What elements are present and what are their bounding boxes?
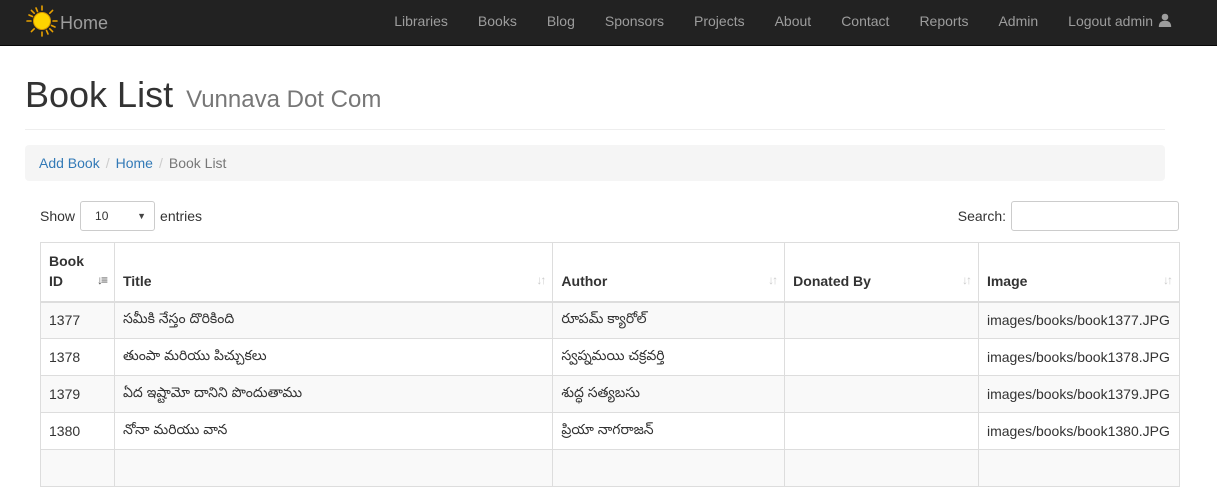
logout-label: Logout admin: [1068, 13, 1153, 29]
cell-donated-by: [784, 375, 979, 413]
chevron-down-icon: ▼: [137, 211, 147, 221]
show-label: Show: [40, 208, 76, 224]
cell-image: images/books/book1379.JPG: [977, 375, 1181, 413]
cell-book-id: 1378: [40, 338, 115, 376]
cell-title: [113, 449, 554, 487]
cell-image: images/books/book1377.JPG: [977, 301, 1181, 339]
table-row[interactable]: [40, 449, 1181, 487]
page-header: Book List Vunnava Dot Com: [25, 74, 1165, 130]
search-label: Search:: [957, 208, 1006, 224]
page-subtitle: Vunnava Dot Com: [186, 86, 382, 113]
cell-donated-by: [784, 301, 979, 339]
column-header-donated-by[interactable]: Donated By ↓↑: [784, 242, 979, 303]
breadcrumb-add-book[interactable]: Add Book: [39, 155, 100, 171]
cell-book-id: [40, 449, 115, 487]
sun-logo-icon: [26, 4, 60, 42]
table-row[interactable]: 1377 సమీకి నేస్తం దొరికింది రూపమ్ క్యారో…: [40, 301, 1181, 339]
sort-icon: ↓↑: [961, 272, 972, 287]
top-navbar: Home Libraries Books Blog Sponsors Proje…: [0, 0, 1217, 46]
nav-about[interactable]: About: [775, 13, 812, 29]
cell-author: రూపమ్ క్యారోల్: [552, 301, 786, 339]
nav-blog[interactable]: Blog: [547, 13, 575, 29]
cell-donated-by: [784, 338, 979, 376]
table-header-row: Book ID ↓≡ Title ↓↑ Author ↓↑ Donated By…: [40, 242, 1181, 303]
main-nav: Libraries Books Blog Sponsors Projects A…: [364, 0, 1172, 42]
breadcrumb-home[interactable]: Home: [116, 155, 153, 171]
entries-label: entries: [160, 208, 203, 224]
breadcrumb-separator: /: [105, 155, 110, 171]
sort-ascending-icon: ↓≡: [96, 272, 108, 287]
page-title-text: Book List: [25, 74, 174, 115]
brand-label: Home: [60, 12, 109, 33]
page-title: Book List Vunnava Dot Com: [25, 74, 1165, 121]
cell-author: స్వప్నమయి చక్రవర్తి: [552, 338, 786, 376]
entries-select-value: 10: [95, 209, 109, 223]
nav-admin[interactable]: Admin: [998, 13, 1038, 29]
nav-libraries[interactable]: Libraries: [394, 13, 448, 29]
nav-contact[interactable]: Contact: [841, 13, 889, 29]
breadcrumb-separator: /: [158, 155, 163, 171]
table-row[interactable]: 1380 నోనా మరియు వాన ప్రియా నాగరాజన్ imag…: [40, 412, 1181, 450]
column-header-label: Book ID: [49, 252, 84, 289]
entries-select[interactable]: 10 ▼: [80, 201, 156, 231]
logout-link[interactable]: Logout admin: [1068, 13, 1172, 30]
cell-donated-by: [784, 412, 979, 450]
column-header-label: Author: [561, 272, 608, 289]
user-icon: [1158, 13, 1172, 30]
column-header-book-id[interactable]: Book ID ↓≡: [40, 242, 115, 303]
column-header-label: Donated By: [793, 272, 871, 289]
nav-books[interactable]: Books: [478, 13, 517, 29]
cell-author: [552, 449, 786, 487]
table-row[interactable]: 1379 ఏద ఇష్టామో దానిని పొందుతాము శుద్ధ స…: [40, 375, 1181, 413]
cell-donated-by: [784, 449, 979, 487]
cell-title: ఏద ఇష్టామో దానిని పొందుతాము: [113, 375, 554, 413]
cell-image: images/books/book1380.JPG: [977, 412, 1181, 450]
entries-length-control: Show 10 ▼ entries: [40, 201, 202, 231]
table-row[interactable]: 1378 తుంపా మరియు పిచ్చుకలు స్వప్నమయి చక్…: [40, 338, 1181, 376]
breadcrumb: Add Book / Home / Book List: [25, 145, 1165, 181]
column-header-label: Image: [986, 272, 1028, 289]
sort-icon: ↓↑: [536, 272, 546, 287]
column-header-title[interactable]: Title ↓↑: [113, 242, 554, 303]
cell-image: images/books/book1378.JPG: [977, 338, 1181, 376]
cell-book-id: 1379: [40, 375, 115, 413]
cell-book-id: 1377: [40, 301, 115, 339]
home-brand-link[interactable]: Home: [26, 0, 108, 46]
cell-author: ప్రియా నాగరాజన్: [552, 412, 786, 450]
cell-title: నోనా మరియు వాన: [113, 412, 554, 450]
sort-icon: ↓↑: [1163, 272, 1173, 287]
cell-title: తుంపా మరియు పిచ్చుకలు: [113, 338, 554, 376]
nav-reports[interactable]: Reports: [919, 13, 968, 29]
nav-projects[interactable]: Projects: [694, 13, 745, 29]
column-header-author[interactable]: Author ↓↑: [552, 242, 786, 303]
cell-image: [977, 449, 1181, 487]
cell-book-id: 1380: [40, 412, 115, 450]
table-search-control: Search:: [958, 201, 1179, 231]
nav-sponsors[interactable]: Sponsors: [605, 13, 664, 29]
column-header-label: Title: [122, 272, 152, 289]
cell-title: సమీకి నేస్తం దొరికింది: [113, 301, 554, 339]
column-header-image[interactable]: Image ↓↑: [977, 242, 1181, 303]
breadcrumb-current: Book List: [168, 155, 227, 171]
sort-icon: ↓↑: [768, 272, 778, 287]
book-list-table: Book ID ↓≡ Title ↓↑ Author ↓↑ Donated By…: [40, 242, 1181, 487]
cell-author: శుద్ధ సత్యబసు: [552, 375, 786, 413]
search-input[interactable]: [1011, 201, 1179, 231]
